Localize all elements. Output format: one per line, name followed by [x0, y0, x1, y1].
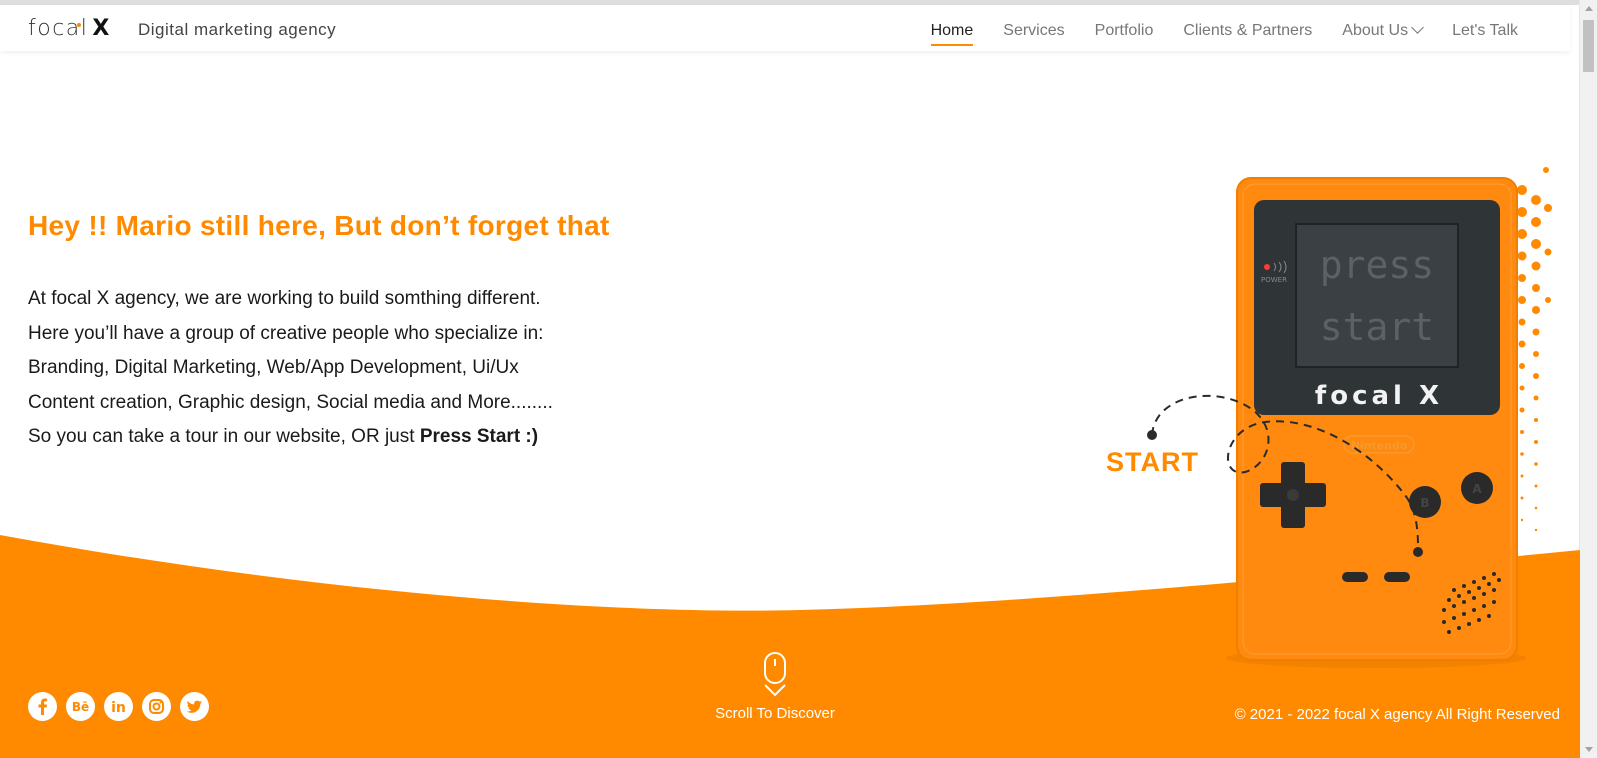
scroll-down-arrow[interactable] — [1585, 747, 1593, 752]
hero-body: At focal X agency, we are working to bui… — [28, 282, 553, 455]
hero-line: Content creation, Graphic design, Social… — [28, 391, 553, 413]
start-label[interactable]: START — [1106, 447, 1199, 478]
cta-prefix: So you can take a tour in our website, O… — [28, 426, 420, 447]
hero-line: At focal X agency, we are working to bui… — [28, 288, 541, 309]
page-scrollbar[interactable] — [1579, 0, 1597, 758]
hero-line: Branding, Digital Marketing, Web/App Dev… — [28, 357, 519, 378]
nav-lets-talk[interactable]: Let's Talk — [1452, 22, 1518, 40]
scroll-to-discover[interactable]: Scroll To Discover — [700, 652, 850, 722]
behance-icon[interactable]: Bē — [66, 692, 95, 721]
screen-text-press: press — [1320, 243, 1434, 287]
logo-x: X — [92, 16, 111, 41]
facebook-icon[interactable] — [28, 692, 57, 721]
nav-home[interactable]: Home — [930, 22, 973, 46]
power-led — [1264, 264, 1270, 270]
hero-line-cta: So you can take a tour in our website, O… — [28, 420, 553, 455]
game-console-illustration[interactable]: press start POWER focal X Nintendo B A — [1100, 160, 1560, 680]
start-button — [1384, 572, 1410, 582]
nav-clients-partners[interactable]: Clients & Partners — [1183, 22, 1312, 40]
site-header: focal X Digital marketing agency Home Ser… — [0, 5, 1570, 51]
console-brand: focal X — [1315, 381, 1443, 411]
halftone-dots — [1517, 167, 1552, 532]
screen-text-start: start — [1320, 305, 1434, 349]
logo[interactable]: focal X — [28, 16, 111, 41]
nav-about-us-label: About Us — [1342, 22, 1409, 39]
copyright-text: © 2021 - 2022 focal X agency All Right R… — [1234, 706, 1560, 723]
main-nav: Home Services Portfolio Clients & Partne… — [930, 21, 1518, 46]
svg-text:in: in — [111, 700, 126, 716]
hero-line: Here you’ll have a group of creative peo… — [28, 322, 544, 344]
site-tagline: Digital marketing agency — [138, 20, 337, 39]
scroll-up-arrow[interactable] — [1585, 6, 1593, 11]
nav-portfolio[interactable]: Portfolio — [1095, 22, 1154, 40]
instagram-icon[interactable] — [142, 692, 171, 721]
svg-text:A: A — [1472, 482, 1482, 496]
scrollbar-thumb[interactable] — [1583, 20, 1594, 72]
chevron-down-icon — [1411, 21, 1424, 34]
logo-text: focal — [28, 16, 89, 41]
svg-text:Bē: Bē — [72, 700, 89, 714]
mouse-scroll-icon — [764, 652, 786, 697]
nav-about-us[interactable]: About Us — [1342, 21, 1424, 40]
twitter-icon[interactable] — [180, 692, 209, 721]
scroll-to-discover-label: Scroll To Discover — [715, 705, 835, 722]
social-links: Bē in — [28, 692, 209, 721]
select-button — [1342, 572, 1368, 582]
svg-text:B: B — [1420, 496, 1429, 510]
logo-dot — [77, 23, 81, 27]
hero-headline: Hey !! Mario still here, But don’t forge… — [28, 210, 610, 241]
press-start-text: Press Start :) — [419, 426, 539, 447]
nav-services[interactable]: Services — [1003, 22, 1064, 40]
linkedin-icon[interactable]: in — [104, 692, 133, 721]
svg-text:POWER: POWER — [1261, 276, 1287, 284]
